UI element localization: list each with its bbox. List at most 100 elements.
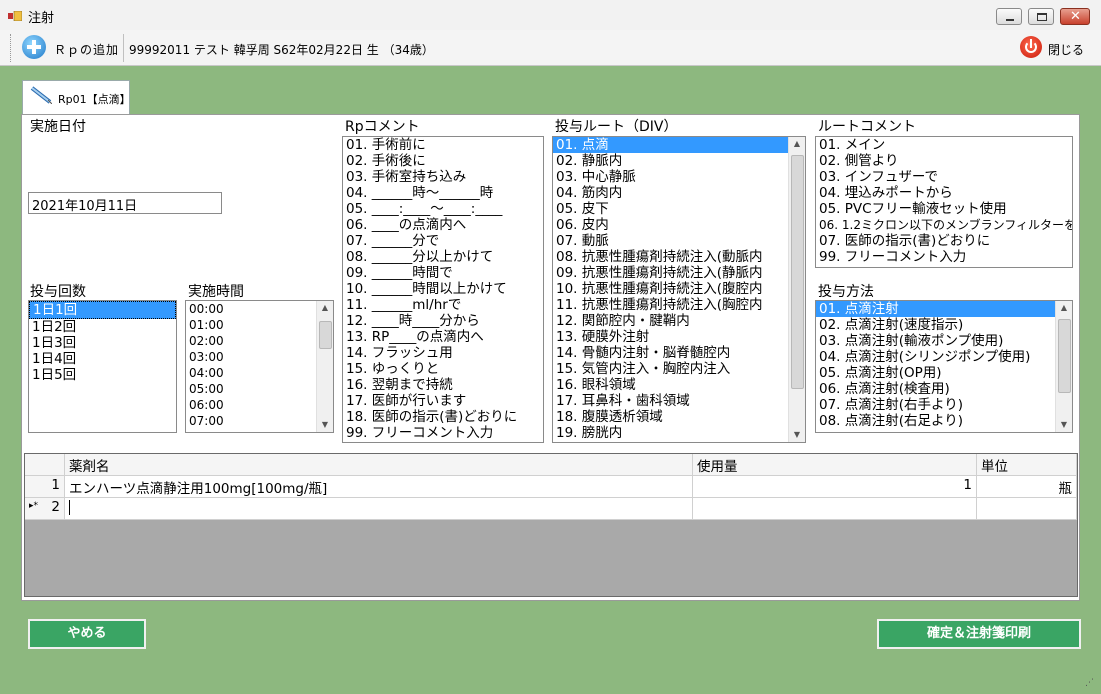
list-item[interactable]: 03. 手術室持ち込み bbox=[343, 169, 543, 185]
scroll-down-icon[interactable]: ▼ bbox=[1056, 418, 1072, 432]
list-item[interactable]: 1日3回 bbox=[29, 335, 176, 351]
list-item[interactable]: 99. フリーコメント入力 bbox=[343, 425, 543, 441]
scrollbar[interactable]: ▲ ▼ bbox=[316, 301, 333, 432]
list-item[interactable]: 02. 点滴注射(速度指示) bbox=[816, 317, 1072, 333]
resize-grip-icon[interactable]: ⋰ bbox=[1085, 678, 1097, 690]
list-item[interactable]: 01. メイン bbox=[816, 137, 1072, 153]
list-item[interactable]: 06. 1.2ミクロン以下のメンブランフィルターを通し bbox=[816, 217, 1072, 233]
route-comment-list[interactable]: 01. メイン 02. 側管より 03. インフュザーで 04. 埋込みポートか… bbox=[815, 136, 1073, 268]
scrollbar[interactable]: ▲ ▼ bbox=[788, 137, 805, 442]
minimize-button[interactable] bbox=[996, 8, 1022, 25]
list-item[interactable]: 04. 点滴注射(シリンジポンプ使用) bbox=[816, 349, 1072, 365]
list-item[interactable]: 17. 医師が行います bbox=[343, 393, 543, 409]
list-item[interactable]: 1日4回 bbox=[29, 351, 176, 367]
list-item[interactable]: 04. ______時～______時 bbox=[343, 185, 543, 201]
confirm-print-button[interactable]: 確定＆注射箋印刷 bbox=[877, 619, 1081, 649]
list-item[interactable]: 12. 関節腔内・腱鞘内 bbox=[553, 313, 805, 329]
list-item[interactable]: 18. 腹膜透析領域 bbox=[553, 409, 805, 425]
column-header-unit[interactable]: 単位 bbox=[977, 454, 1077, 476]
list-item[interactable]: 02:00 bbox=[186, 333, 333, 349]
list-item[interactable]: 04. 埋込みポートから bbox=[816, 185, 1072, 201]
list-item[interactable]: 10. ______時間以上かけて bbox=[343, 281, 543, 297]
list-item[interactable]: 1日5回 bbox=[29, 367, 176, 383]
list-item[interactable]: 08. 抗悪性腫瘍剤持続注入(動脈内 bbox=[553, 249, 805, 265]
drug-name-cell[interactable]: エンハーツ点滴静注用100mg[100mg/瓶] bbox=[65, 476, 693, 498]
list-item[interactable]: 08. 点滴注射(右足より) bbox=[816, 413, 1072, 429]
scrollbar[interactable]: ▲ ▼ bbox=[1055, 301, 1072, 432]
list-item[interactable]: 02. 側管より bbox=[816, 153, 1072, 169]
dose-count-list[interactable]: 1日1回 1日2回 1日3回 1日4回 1日5回 bbox=[28, 300, 177, 433]
list-item[interactable]: 07:00 bbox=[186, 413, 333, 429]
list-item[interactable]: 12. ____時____分から bbox=[343, 313, 543, 329]
scroll-down-icon[interactable]: ▼ bbox=[789, 428, 805, 442]
list-item[interactable]: 99. フリーコメント入力 bbox=[816, 249, 1072, 265]
list-item[interactable]: 03. 中心静脈 bbox=[553, 169, 805, 185]
column-header-amount[interactable]: 使用量 bbox=[693, 454, 977, 476]
list-item[interactable]: 14. フラッシュ用 bbox=[343, 345, 543, 361]
rp-comment-list[interactable]: 01. 手術前に 02. 手術後に 03. 手術室持ち込み 04. ______… bbox=[342, 136, 544, 443]
list-item[interactable]: 01:00 bbox=[186, 317, 333, 333]
list-item[interactable]: 10. 抗悪性腫瘍剤持続注入(腹腔内 bbox=[553, 281, 805, 297]
list-item[interactable]: 14. 骨髄内注射・脳脊髄腔内 bbox=[553, 345, 805, 361]
route-list[interactable]: 01. 点滴 02. 静脈内 03. 中心静脈 04. 筋肉内 05. 皮下 0… bbox=[552, 136, 806, 443]
close-window-button[interactable]: ✕ bbox=[1060, 8, 1090, 25]
list-item[interactable]: 06:00 bbox=[186, 397, 333, 413]
list-item[interactable]: 11. 抗悪性腫瘍剤持続注入(胸腔内 bbox=[553, 297, 805, 313]
method-list[interactable]: 01. 点滴注射 02. 点滴注射(速度指示) 03. 点滴注射(輸液ポンプ使用… bbox=[815, 300, 1073, 433]
list-item[interactable]: 05. 点滴注射(OP用) bbox=[816, 365, 1072, 381]
column-header-drug[interactable]: 薬剤名 bbox=[65, 454, 693, 476]
list-item[interactable]: 01. 手術前に bbox=[343, 137, 543, 153]
list-item[interactable]: 06. ____の点滴内へ bbox=[343, 217, 543, 233]
list-item[interactable]: 19. 膀胱内 bbox=[553, 425, 805, 441]
scroll-up-icon[interactable]: ▲ bbox=[317, 301, 333, 315]
list-item[interactable]: 18. 医師の指示(書)どおりに bbox=[343, 409, 543, 425]
list-item[interactable]: 04. 筋肉内 bbox=[553, 185, 805, 201]
list-item[interactable]: 01. 点滴注射 bbox=[816, 301, 1055, 317]
scroll-down-icon[interactable]: ▼ bbox=[317, 418, 333, 432]
list-item[interactable]: 1日1回 bbox=[29, 301, 176, 319]
list-item[interactable]: 07. 点滴注射(右手より) bbox=[816, 397, 1072, 413]
list-item[interactable]: 17. 耳鼻科・歯科領域 bbox=[553, 393, 805, 409]
scroll-thumb[interactable] bbox=[1058, 319, 1071, 393]
amount-cell[interactable]: 1 bbox=[693, 476, 977, 498]
list-item[interactable]: 03:00 bbox=[186, 349, 333, 365]
unit-cell[interactable]: 瓶 bbox=[977, 476, 1077, 498]
exec-time-list[interactable]: 00:00 01:00 02:00 03:00 04:00 05:00 06:0… bbox=[185, 300, 334, 433]
list-item[interactable]: 05. 皮下 bbox=[553, 201, 805, 217]
list-item[interactable]: 05:00 bbox=[186, 381, 333, 397]
list-item[interactable]: 15. ゆっくりと bbox=[343, 361, 543, 377]
list-item[interactable]: 01. 点滴 bbox=[553, 137, 788, 153]
list-item[interactable]: 00:00 bbox=[186, 301, 333, 317]
list-item[interactable]: 06. 点滴注射(検査用) bbox=[816, 381, 1072, 397]
list-item[interactable]: 16. 眼科領域 bbox=[553, 377, 805, 393]
list-item[interactable]: 11. ______ml/hrで bbox=[343, 297, 543, 313]
scroll-thumb[interactable] bbox=[319, 321, 332, 349]
list-item[interactable]: 05. PVCフリー輸液セット使用 bbox=[816, 201, 1072, 217]
list-item[interactable]: 13. 硬膜外注射 bbox=[553, 329, 805, 345]
list-item[interactable]: 07. 医師の指示(書)どおりに bbox=[816, 233, 1072, 249]
amount-cell[interactable] bbox=[693, 498, 977, 520]
scroll-up-icon[interactable]: ▲ bbox=[1056, 301, 1072, 315]
list-item[interactable]: 13. RP____の点滴内へ bbox=[343, 329, 543, 345]
list-item[interactable]: 15. 気管内注入・胸腔内注入 bbox=[553, 361, 805, 377]
list-item[interactable]: 08. ______分以上かけて bbox=[343, 249, 543, 265]
scroll-up-icon[interactable]: ▲ bbox=[789, 137, 805, 151]
list-item[interactable]: 16. 翌朝まで持続 bbox=[343, 377, 543, 393]
scroll-thumb[interactable] bbox=[791, 155, 804, 389]
list-item[interactable]: 07. ______分で bbox=[343, 233, 543, 249]
list-item[interactable]: 03. 点滴注射(輸液ポンプ使用) bbox=[816, 333, 1072, 349]
cancel-button[interactable]: やめる bbox=[28, 619, 146, 649]
list-item[interactable]: 02. 静脈内 bbox=[553, 153, 805, 169]
list-item[interactable]: 1日2回 bbox=[29, 319, 176, 335]
drug-name-input[interactable] bbox=[65, 498, 693, 520]
list-item[interactable]: 05. ____:____～____:____ bbox=[343, 201, 543, 217]
date-field[interactable]: 2021年10月11日 bbox=[28, 192, 222, 214]
list-item[interactable]: 07. 動脈 bbox=[553, 233, 805, 249]
list-item[interactable]: 09. ______時間で bbox=[343, 265, 543, 281]
list-item[interactable]: 04:00 bbox=[186, 365, 333, 381]
unit-cell[interactable] bbox=[977, 498, 1077, 520]
list-item[interactable]: 02. 手術後に bbox=[343, 153, 543, 169]
list-item[interactable]: 06. 皮内 bbox=[553, 217, 805, 233]
list-item[interactable]: 09. 抗悪性腫瘍剤持続注入(静脈内 bbox=[553, 265, 805, 281]
list-item[interactable]: 03. インフュザーで bbox=[816, 169, 1072, 185]
